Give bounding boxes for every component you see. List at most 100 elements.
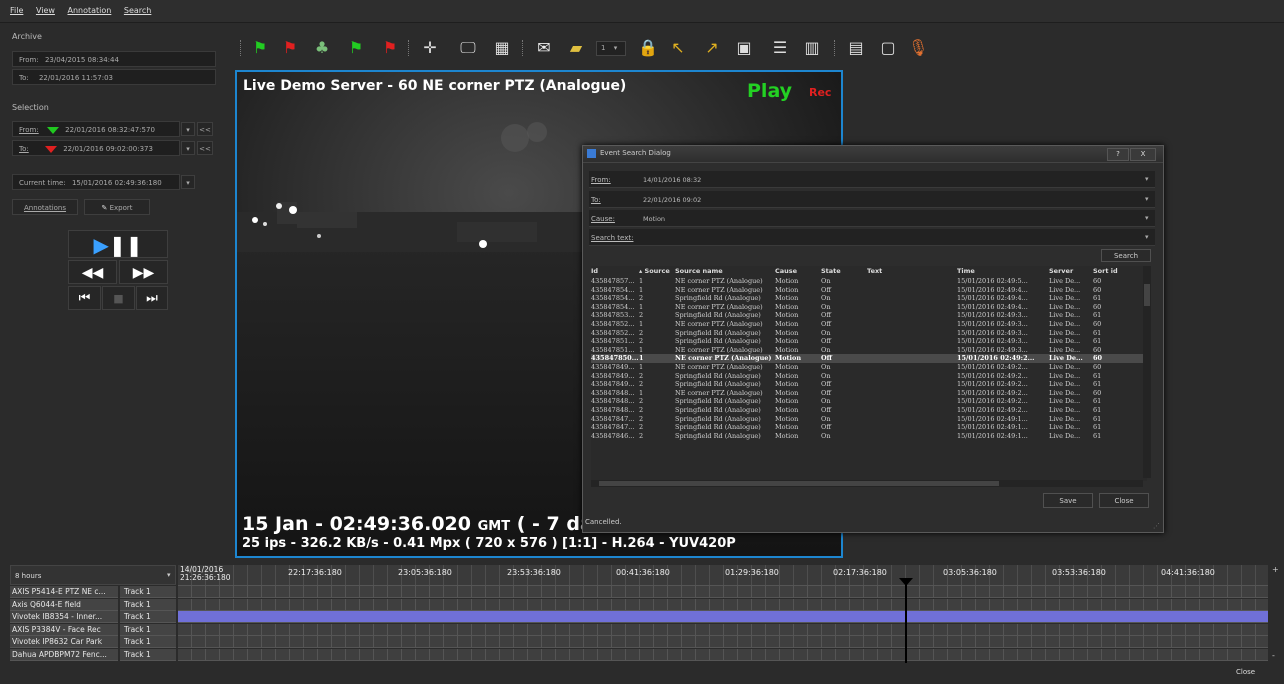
current-time-field[interactable]: Current time: 15/01/2016 02:49:36:180: [12, 174, 180, 190]
vertical-scrollbar[interactable]: [1143, 266, 1151, 478]
track-lane[interactable]: [178, 623, 1268, 636]
dialog-from-field[interactable]: From: 14/01/2016 08:32 ▾: [589, 171, 1155, 188]
stop-button[interactable]: ■: [102, 286, 135, 310]
annotations-button[interactable]: Annotations: [12, 199, 78, 215]
track-row[interactable]: Dahua APDBPM72 Fenc... Track 1: [10, 649, 1272, 661]
close-x-button[interactable]: X: [1130, 148, 1156, 161]
col-id[interactable]: Id: [591, 266, 639, 277]
flag-green-end-icon[interactable]: ⚑: [346, 38, 366, 58]
horizontal-scrollbar[interactable]: [591, 480, 1143, 487]
track-row[interactable]: Axis Q6044-E field Track 1: [10, 598, 1272, 611]
table-row[interactable]: 435847854... 1 NE corner PTZ (Analogue) Mot…: [591, 286, 1147, 295]
zoom-out-button[interactable]: -: [1272, 651, 1275, 660]
microphone-icon[interactable]: 🎙: [908, 38, 928, 58]
table-row[interactable]: 435847847... 2 Springfield Rd (Analogue) Mo…: [591, 415, 1147, 424]
fullscreen-icon[interactable]: ✛: [420, 38, 440, 58]
vertical-scroll-thumb[interactable]: [1144, 284, 1150, 306]
table-row[interactable]: 435847846... 2 Springfield Rd (Analogue) Mo…: [591, 432, 1147, 441]
table-row[interactable]: 435847852... 2 Springfield Rd (Analogue) Mo…: [591, 329, 1147, 338]
skip-start-button[interactable]: ⏮: [68, 286, 101, 310]
save-button[interactable]: Save: [1043, 493, 1093, 508]
selection-to-field[interactable]: To: 22/01/2016 09:02:00:373: [12, 140, 180, 156]
menu-view[interactable]: View: [36, 0, 55, 22]
search-button[interactable]: Search: [1101, 249, 1151, 262]
flag-red-icon[interactable]: ⚑: [280, 38, 300, 58]
track-lane[interactable]: [178, 611, 1268, 624]
table-row[interactable]: 435847851... 2 Springfield Rd (Analogue) Mo…: [591, 337, 1147, 346]
zoom-in-button[interactable]: +: [1272, 565, 1279, 574]
table-row[interactable]: 435847849... 2 Springfield Rd (Analogue) Mo…: [591, 380, 1147, 389]
table-row[interactable]: 435847852... 1 NE corner PTZ (Analogue) Mot…: [591, 320, 1147, 329]
table-row[interactable]: 435847848... 1 NE corner PTZ (Analogue) Mot…: [591, 389, 1147, 398]
selection-from-dropdown[interactable]: ▾: [181, 122, 195, 136]
col-source[interactable]: ▴ Source: [639, 266, 675, 277]
dialog-titlebar[interactable]: Event Search Dialog ? X: [583, 146, 1163, 163]
col-time[interactable]: Time: [957, 266, 1049, 277]
selection-to-dropdown[interactable]: ▾: [181, 141, 195, 155]
flag-red-end-icon[interactable]: ⚑: [380, 38, 400, 58]
dialog-to-field[interactable]: To: 22/01/2016 09:02 ▾: [589, 191, 1155, 208]
display-icon[interactable]: ▤: [846, 38, 866, 58]
table-row[interactable]: 435847857... 1 NE corner PTZ (Analogue) Mot…: [591, 277, 1147, 286]
menu-annotation[interactable]: Annotation: [67, 0, 111, 22]
skip-end-button[interactable]: ⏭: [136, 286, 168, 310]
table-row[interactable]: 435847847... 2 Springfield Rd (Analogue) Mo…: [591, 423, 1147, 432]
close-button[interactable]: Close: [1099, 493, 1149, 508]
chevron-down-icon[interactable]: ▾: [1145, 195, 1149, 203]
camera-number-dropdown[interactable]: 1 ▾: [596, 41, 626, 56]
table-row[interactable]: 435847848... 2 Springfield Rd (Analogue) Mo…: [591, 397, 1147, 406]
selection-from-back-button[interactable]: <<: [197, 122, 213, 136]
col-cause[interactable]: Cause: [775, 266, 821, 277]
tree-icon[interactable]: ♣: [312, 38, 332, 58]
undo-icon[interactable]: ↖: [668, 38, 688, 58]
export-button[interactable]: ✎ Export: [84, 199, 150, 215]
table-row[interactable]: 435847853... 2 Springfield Rd (Analogue) Mo…: [591, 311, 1147, 320]
snapshot-icon[interactable]: ✉: [534, 38, 554, 58]
track-row[interactable]: AXIS P3384V - Face Rec Track 1: [10, 623, 1272, 636]
time-ruler[interactable]: 14/01/2016 21:26:36:180 22:17:36:180 23:…: [178, 565, 1268, 586]
col-sort-id[interactable]: Sort id: [1093, 266, 1147, 277]
dialog-search-text-field[interactable]: Search text: ▾: [589, 229, 1155, 246]
col-state[interactable]: State: [821, 266, 867, 277]
table-row[interactable]: 435847849... 2 Springfield Rd (Analogue) Mo…: [591, 372, 1147, 381]
chevron-down-icon[interactable]: ▾: [1145, 233, 1149, 241]
grid-icon[interactable]: ▦: [492, 38, 512, 58]
chevron-down-icon[interactable]: ▾: [1145, 214, 1149, 222]
table-row[interactable]: 435847850... 1 NE corner PTZ (Analogue) Mot…: [591, 354, 1147, 363]
table-row[interactable]: 435847848... 2 Springfield Rd (Analogue) Mo…: [591, 406, 1147, 415]
selection-from-field[interactable]: From: 22/01/2016 08:32:47:570: [12, 121, 180, 137]
play-pause-button[interactable]: ▶❚❚: [68, 230, 168, 258]
window-icon[interactable]: ▢: [878, 38, 898, 58]
table-row[interactable]: 435847851... 1 NE corner PTZ (Analogue) Mot…: [591, 346, 1147, 355]
track-lane[interactable]: [178, 649, 1268, 661]
dialog-cause-field[interactable]: Cause: Motion ▾: [589, 210, 1155, 227]
table-row[interactable]: 435847854... 1 NE corner PTZ (Analogue) Mot…: [591, 303, 1147, 312]
track-lane[interactable]: [178, 598, 1268, 611]
track-row[interactable]: AXIS P5414-E PTZ NE c... Track 1: [10, 586, 1272, 598]
flag-green-icon[interactable]: ⚑: [250, 38, 270, 58]
main-close-button[interactable]: Close: [1236, 668, 1255, 676]
zoom-dropdown[interactable]: 8 hours ▾: [10, 565, 176, 585]
col-server[interactable]: Server: [1049, 266, 1093, 277]
fast-forward-button[interactable]: ▶▶: [119, 260, 168, 284]
track-row[interactable]: Vivotek IP8632 Car Park Track 1: [10, 636, 1272, 649]
track-lane[interactable]: [178, 586, 1268, 598]
col-source-name[interactable]: Source name: [675, 266, 775, 277]
help-button[interactable]: ?: [1107, 148, 1129, 161]
redo-icon[interactable]: ↗: [702, 38, 722, 58]
table-row[interactable]: 435847854... 2 Springfield Rd (Analogue) Mo…: [591, 294, 1147, 303]
list-icon[interactable]: ☰: [770, 38, 790, 58]
current-time-dropdown[interactable]: ▾: [181, 175, 195, 189]
menu-file[interactable]: File: [10, 0, 23, 22]
columns-icon[interactable]: ▥: [802, 38, 822, 58]
col-text[interactable]: Text: [867, 266, 957, 277]
rewind-button[interactable]: ◀◀: [68, 260, 117, 284]
monitor-icon[interactable]: 🖵: [458, 38, 478, 58]
chevron-down-icon[interactable]: ▾: [1145, 175, 1149, 183]
selection-to-back-button[interactable]: <<: [197, 141, 213, 155]
track-lane[interactable]: [178, 636, 1268, 649]
folder-icon[interactable]: ▰: [566, 38, 586, 58]
horizontal-scroll-thumb[interactable]: [599, 481, 999, 486]
track-row[interactable]: Vivotek IB8354 - Inner... Track 1: [10, 611, 1272, 624]
overlay-icon[interactable]: ▣: [734, 38, 754, 58]
